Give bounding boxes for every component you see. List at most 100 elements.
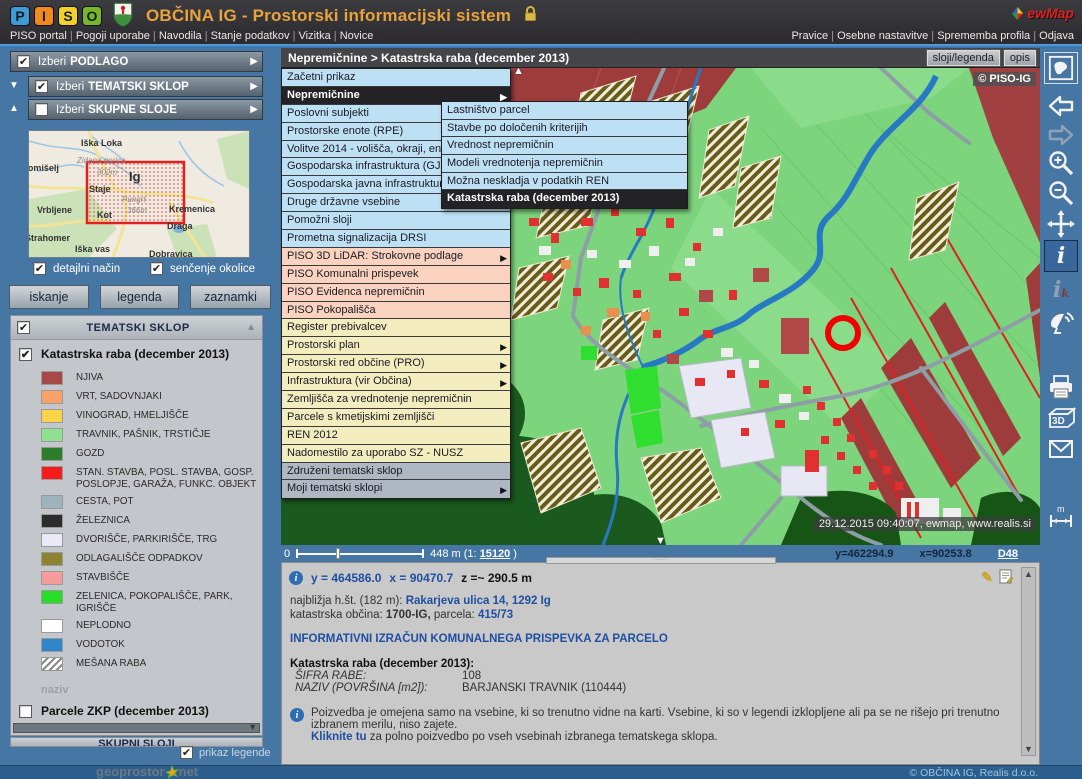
map-copyright-label: © PISO-IG (973, 72, 1036, 86)
nearest-address-link[interactable]: Rakarjeva ulica 14, 1292 Ig (406, 595, 551, 607)
datum-link[interactable]: D48 (998, 548, 1018, 560)
zoom-out-button[interactable] (1044, 177, 1078, 209)
menu-pravice[interactable]: Pravice (791, 30, 837, 42)
submenu-item[interactable]: Lastništvo parcel (442, 102, 687, 120)
checkbox-parcele-zkp[interactable] (19, 705, 32, 718)
pan-button[interactable] (1044, 208, 1078, 240)
menu-novice[interactable]: Novice (340, 30, 374, 42)
checkbox-katastrska-raba[interactable]: ✔ (19, 348, 32, 361)
menu-osebne-nastavitve[interactable]: Osebne nastavitve (837, 30, 937, 42)
tab-legenda[interactable]: legenda (100, 285, 179, 309)
checkbox-skupni-sloji[interactable] (35, 103, 48, 116)
view-3d-button[interactable]: 3D (1044, 403, 1078, 435)
menu-item[interactable]: REN 2012 (282, 427, 510, 445)
legend-item: STAVBIŠČE (41, 571, 258, 585)
scroll-up-icon[interactable]: ▲ (246, 322, 256, 333)
scroll-up-icon[interactable]: ▲ (1022, 569, 1035, 579)
menu-item[interactable]: Zemljišča za vrednotenje nepremičnin (282, 391, 510, 409)
report-icon[interactable] (999, 569, 1013, 587)
geoprostor-logo[interactable]: geoprostor net (96, 764, 198, 779)
submenu-item[interactable]: Možna neskladja v podatkih REN (442, 173, 687, 191)
edit-pencil-icon[interactable]: ✎ (981, 569, 993, 587)
menu-item[interactable]: PISO 3D LiDAR: Strokovne podlage▶ (282, 248, 510, 266)
zoom-in-button[interactable] (1044, 147, 1078, 179)
measure-button[interactable]: m (1044, 500, 1078, 532)
overview-map-button[interactable] (1044, 52, 1078, 84)
menu-item[interactable]: Nadomestilo za uporabo SZ - NUSZ (282, 445, 510, 463)
menu-odjava[interactable]: Odjava (1039, 30, 1074, 42)
menu-piso-portal[interactable]: PISO portal (10, 30, 76, 42)
section-podlago[interactable]: ✔ IzberiPODLAGO ▶ (10, 51, 263, 72)
menu-navodila[interactable]: Navodila (159, 30, 211, 42)
identify-button-active[interactable]: i (1044, 240, 1078, 272)
menu-item[interactable]: Prometna signalizacija DRSI (282, 230, 510, 248)
full-query-link[interactable]: Kliknite tu (311, 731, 367, 743)
checkbox-tematski-sklop[interactable]: ✔ (35, 80, 48, 93)
checkbox-detajlni-nacin[interactable]: ✔ (33, 262, 46, 275)
collapse-bottom-handle[interactable]: ▼ (655, 535, 666, 545)
submenu-item[interactable]: Stavbe po določenih kriterijih (442, 120, 687, 138)
legend-item: NJIVA (41, 371, 258, 385)
menu-item[interactable]: PISO Evidenca nepremičnin (282, 284, 510, 302)
menu-item[interactable]: PISO Komunalni prispevek (282, 266, 510, 284)
info-scrollbar[interactable]: ▲ ▼ (1021, 567, 1036, 756)
menu-item[interactable]: Pomožni sloji (282, 212, 510, 230)
submenu-item-selected[interactable]: Katastrska raba (december 2013) (442, 190, 687, 208)
menu-stanje-podatkov[interactable]: Stanje podatkov (211, 30, 299, 42)
back-button[interactable] (1044, 90, 1078, 122)
menu-item[interactable]: Infrastruktura (vir Občina)▶ (282, 373, 510, 391)
submenu-arrow-icon: ▶ (500, 339, 507, 355)
submenu-item[interactable]: Vrednost nepremičnin (442, 137, 687, 155)
checkbox-tematski-sklop-legend[interactable]: ✔ (17, 321, 30, 334)
scale-slider-handle[interactable] (336, 548, 340, 559)
menu-item[interactable]: Register prebivalcev (282, 319, 510, 337)
scale-slider[interactable] (296, 549, 424, 558)
svg-text:366m: 366m (127, 206, 147, 215)
legend-item: ZELENICA, POKOPALIŠČE, PARK, IGRIŠČE (41, 590, 258, 614)
panel-drag-handle[interactable]: ····· (546, 557, 776, 564)
gps-button[interactable] (1044, 306, 1078, 338)
legend-swatch (41, 619, 63, 633)
sloji-legenda-button[interactable]: sloji/legenda (927, 50, 1000, 66)
menu-item[interactable]: PISO Pokopališča (282, 302, 510, 320)
checkbox-podlago[interactable]: ✔ (17, 55, 30, 68)
scroll-down-icon[interactable]: ▼ (1022, 744, 1035, 754)
section-tematski-sklop[interactable]: ✔ IzberiTEMATSKI SKLOP ▶ (28, 76, 263, 97)
opis-button[interactable]: opis (1004, 50, 1036, 66)
legend-swatch (41, 590, 63, 604)
submenu-item[interactable]: Modeli vrednotenja nepremičnin (442, 155, 687, 173)
legend-item: NEPLODNO (41, 619, 258, 633)
expand-arrow-icon[interactable]: ▲ (9, 103, 25, 114)
svg-text:Pungrt: Pungrt (122, 195, 146, 204)
menu-item[interactable]: Prostorski red občine (PRO)▶ (282, 355, 510, 373)
tab-iskanje[interactable]: iskanje (9, 285, 89, 309)
identify-layer-button[interactable]: ik (1044, 276, 1078, 308)
legend-horizontal-scrollbar[interactable]: ▼ (13, 723, 260, 733)
section-skupni-sloji[interactable]: IzberiSKUPNE SLOJE ▶ (28, 99, 263, 120)
menu-item[interactable]: Moji tematski sklopi▶ (282, 480, 510, 498)
submenu-arrow-icon: ▶ (500, 375, 507, 391)
scroll-down-icon[interactable]: ▼ (248, 722, 257, 732)
menu-item[interactable]: Združeni tematski sklop (282, 463, 510, 481)
checkbox-sencenje-okolice[interactable]: ✔ (150, 262, 163, 275)
legend-item: VODOTOK (41, 638, 258, 652)
collapse-arrow-icon[interactable]: ▼ (9, 80, 25, 91)
svg-text:Vrbljene: Vrbljene (37, 205, 72, 215)
send-mail-button[interactable] (1044, 433, 1078, 465)
attribute-value: BARJANSKI TRAVNIK (110444) (462, 682, 626, 694)
menu-pogoji-uporabe[interactable]: Pogoji uporabe (76, 30, 159, 42)
parcel-link[interactable]: 415/73 (478, 609, 513, 621)
menu-item[interactable]: Parcele s kmetijskimi zemljišči (282, 409, 510, 427)
tab-zaznamki[interactable]: zaznamki (190, 285, 271, 309)
menu-item[interactable]: Prostorski plan▶ (282, 337, 510, 355)
overview-minimap[interactable]: Iška Loka Tomišelj Ig Staje Kremenica Ko… (28, 130, 250, 258)
collapse-top-handle[interactable]: ▲ (513, 68, 524, 77)
scale-link[interactable]: 15120 (480, 548, 511, 560)
print-button[interactable] (1044, 371, 1078, 403)
legend-swatch (41, 514, 63, 528)
checkbox-prikaz-legende[interactable]: ✔ (180, 746, 193, 759)
legend-item: ŽELEZNICA (41, 514, 258, 528)
menu-vizitka[interactable]: Vizitka (299, 30, 340, 42)
menu-sprememba-profila[interactable]: Sprememba profila (937, 30, 1039, 42)
menu-item[interactable]: Začetni prikaz (282, 69, 510, 87)
